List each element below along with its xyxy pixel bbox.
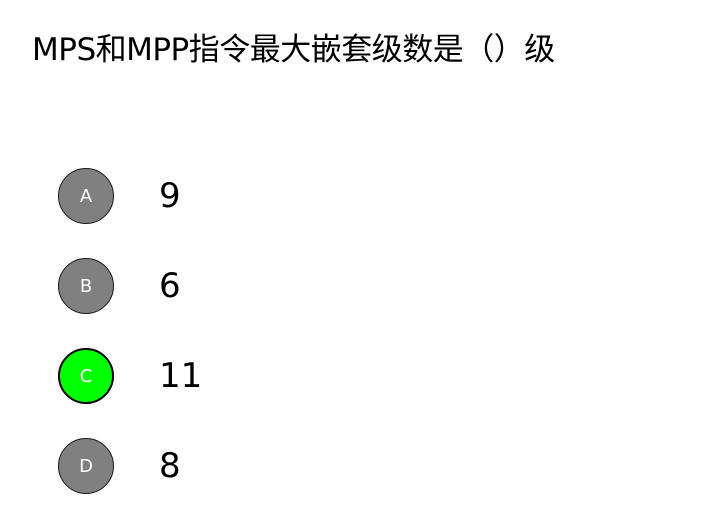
quiz-page: MPS和MPP指令最大嵌套级数是（）级 A 9 B 6 C 11 D 8 bbox=[0, 0, 707, 511]
option-c-badge[interactable]: C bbox=[58, 348, 114, 404]
option-b-text: 6 bbox=[159, 266, 181, 306]
option-a-badge[interactable]: A bbox=[58, 168, 114, 224]
option-d-text: 8 bbox=[159, 446, 181, 486]
question-text: MPS和MPP指令最大嵌套级数是（）级 bbox=[32, 32, 555, 68]
option-d[interactable]: D 8 bbox=[58, 438, 181, 494]
option-b-badge[interactable]: B bbox=[58, 258, 114, 314]
option-a[interactable]: A 9 bbox=[58, 168, 181, 224]
option-c[interactable]: C 11 bbox=[58, 348, 202, 404]
option-a-text: 9 bbox=[159, 176, 181, 216]
option-b[interactable]: B 6 bbox=[58, 258, 181, 314]
option-c-text: 11 bbox=[159, 356, 203, 396]
option-d-badge[interactable]: D bbox=[58, 438, 114, 494]
